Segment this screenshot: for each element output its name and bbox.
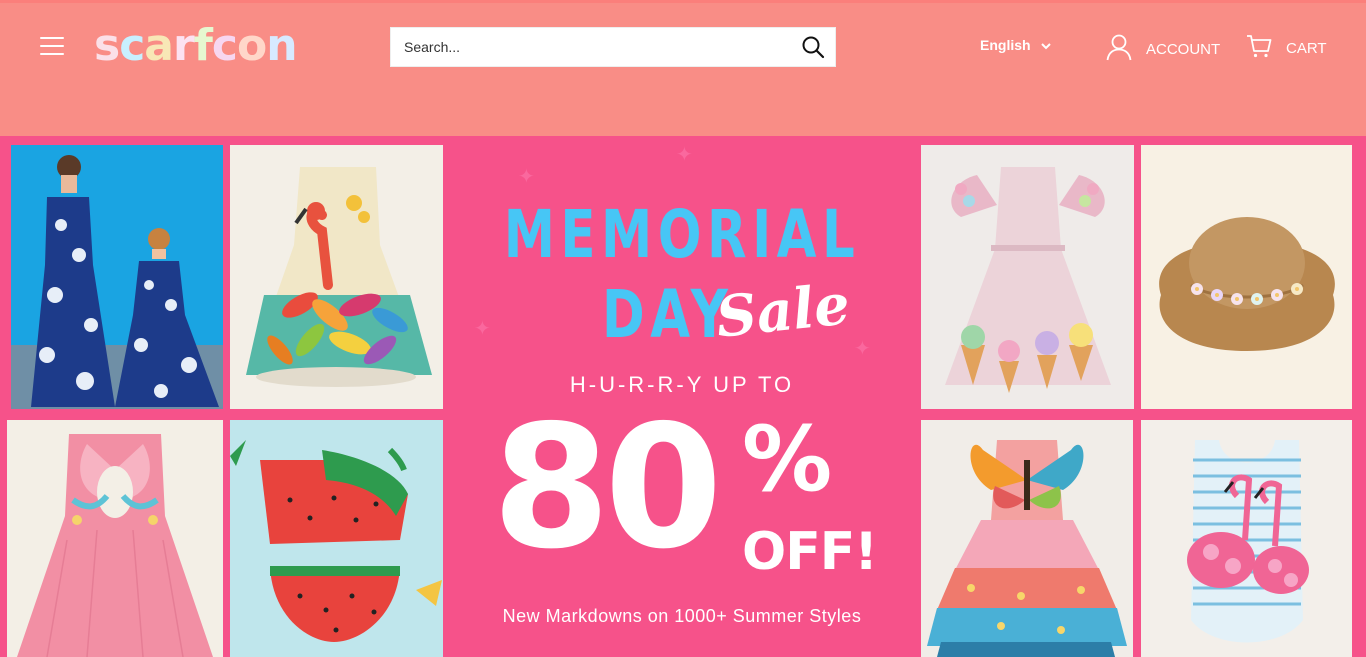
logo-letter: n xyxy=(266,20,297,71)
cart-icon xyxy=(1246,33,1272,63)
promo-discount-number: 80 xyxy=(492,389,723,587)
user-icon xyxy=(1106,33,1132,65)
promo-script-sale: Sale xyxy=(712,271,853,351)
promo-headline: MEMORIAL xyxy=(503,196,861,273)
logo-letter: o xyxy=(236,20,267,71)
logo-letter: a xyxy=(144,20,174,71)
logo-letter: c xyxy=(211,20,238,71)
product-image-watermelon-bikini[interactable] xyxy=(230,420,443,657)
site-logo[interactable]: scarfcon xyxy=(94,20,298,71)
language-label: English xyxy=(980,37,1031,53)
product-image-ice-cream-dress[interactable] xyxy=(921,145,1134,409)
product-image-straw-hat[interactable] xyxy=(1141,145,1352,409)
hero-banner[interactable]: ✦ ✦ ✦ ✦ MEMORIAL DAY Sale H-U-R-R-Y UP T… xyxy=(0,136,1366,657)
search-bar xyxy=(390,27,836,67)
cart-link[interactable]: CART xyxy=(1246,33,1327,63)
promo-subline: New Markdowns on 1000+ Summer Styles xyxy=(502,606,862,626)
account-label: ACCOUNT xyxy=(1146,40,1221,58)
search-icon[interactable] xyxy=(791,28,835,66)
sparkle-icon: ✦ xyxy=(474,318,491,340)
logo-letter: c xyxy=(119,20,145,71)
search-input[interactable] xyxy=(391,28,791,66)
promo-discount-percent: % xyxy=(742,407,833,512)
product-image-flamingo-swimsuit[interactable] xyxy=(1141,420,1352,657)
sparkle-icon: ✦ xyxy=(676,144,693,166)
menu-icon[interactable] xyxy=(40,37,64,57)
product-image-floral-dresses[interactable] xyxy=(11,145,223,409)
sparkle-icon: ✦ xyxy=(518,166,535,188)
product-image-flamingo-dress[interactable] xyxy=(230,145,443,409)
logo-letter: s xyxy=(94,20,120,71)
announcement-bar xyxy=(0,88,1366,136)
site-header: scarfcon English ACCOUNT CART xyxy=(0,0,1366,88)
account-link[interactable]: ACCOUNT xyxy=(1106,33,1220,65)
promo-discount-off: OFF! xyxy=(742,522,878,582)
logo-letter: r xyxy=(173,20,195,71)
promo-panel[interactable]: ✦ ✦ ✦ ✦ MEMORIAL DAY Sale H-U-R-R-Y UP T… xyxy=(444,136,920,657)
product-image-butterfly-pink-dress[interactable] xyxy=(7,420,223,657)
chevron-down-icon xyxy=(1040,37,1051,53)
product-image-butterfly-tutu-dress[interactable] xyxy=(921,420,1133,657)
cart-label: CART xyxy=(1286,39,1327,57)
logo-letter: f xyxy=(193,20,213,71)
language-selector[interactable]: English xyxy=(980,37,1051,53)
sparkle-icon: ✦ xyxy=(854,338,871,360)
